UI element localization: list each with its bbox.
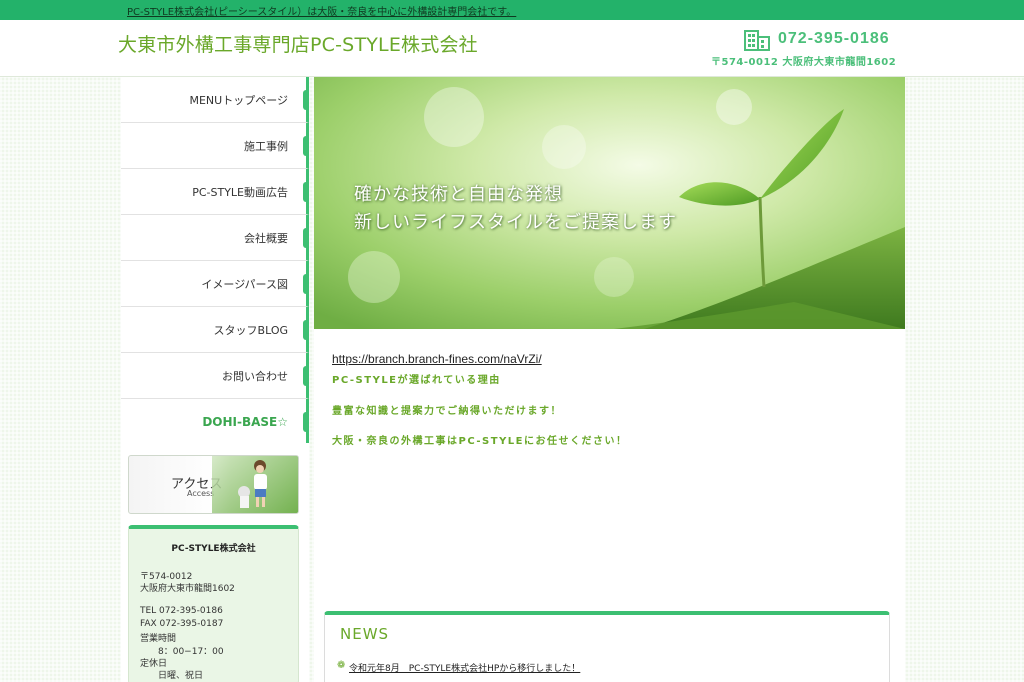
intro-reason: PC-STYLEが選ばれている理由 bbox=[332, 375, 501, 386]
building-icon bbox=[744, 30, 770, 51]
company-tel[interactable]: TEL 072-395-0186 bbox=[140, 606, 223, 616]
nav-label: お問い合わせ bbox=[222, 369, 288, 383]
closed-days: 日曜、祝日 bbox=[158, 671, 204, 681]
announcement-link[interactable]: PC-STYLE株式会社(ピーシースタイル）は大阪・奈良を中心に外構設計専門会社… bbox=[127, 3, 516, 18]
hero-headline-1: 確かな技術と自由な発想 bbox=[354, 184, 563, 205]
flower-bullet-icon: ❁ bbox=[337, 660, 346, 671]
intro-service-area: 大阪・奈良の外構工事はPC-STYLEにお任せください！ bbox=[332, 436, 628, 447]
nav-item-top[interactable]: MENUトップページ bbox=[121, 77, 309, 123]
top-announcement-bar: PC-STYLE株式会社(ピーシースタイル）は大阪・奈良を中心に外構設計専門会社… bbox=[0, 0, 1024, 20]
company-name: PC-STYLE株式会社 bbox=[171, 544, 256, 554]
nav-item-works[interactable]: 施工事例 bbox=[121, 123, 309, 169]
nav-item-dohi-base[interactable]: DOHI-BASE☆ bbox=[121, 399, 309, 445]
hero-headline-2: 新しいライフスタイルをご提案します bbox=[354, 212, 677, 233]
business-hours: 8：00−17：00 bbox=[158, 647, 224, 657]
nav-label: イメージパース図 bbox=[201, 277, 288, 291]
intro-knowledge: 豊富な知識と提案力でご納得いただけます！ bbox=[332, 406, 562, 417]
nav-item-company[interactable]: 会社概要 bbox=[121, 215, 309, 261]
nav-tab-marker bbox=[303, 228, 309, 248]
nav-label: PC-STYLE動画広告 bbox=[192, 185, 288, 199]
nav-label: スタッフBLOG bbox=[213, 323, 288, 337]
header-phone[interactable]: 072-395-0186 bbox=[778, 30, 890, 48]
nav-tab-marker bbox=[303, 274, 309, 294]
company-info-box: PC-STYLE株式会社 〒574-0012 大阪府大東市龍間1602 TEL … bbox=[128, 525, 299, 682]
nav-item-blog[interactable]: スタッフBLOG bbox=[121, 307, 309, 353]
nav-tab-marker bbox=[303, 182, 309, 202]
company-address: 大阪府大東市龍間1602 bbox=[140, 584, 235, 594]
hero-banner: 確かな技術と自由な発想 新しいライフスタイルをご提案します bbox=[314, 77, 905, 329]
header-address: 〒574-0012 大阪府大東市龍間1602 bbox=[711, 57, 897, 68]
company-fax: FAX 072-395-0187 bbox=[140, 619, 224, 629]
nav-tab-marker bbox=[303, 90, 309, 110]
child-photo bbox=[212, 456, 298, 513]
access-subtitle: Access bbox=[187, 489, 215, 498]
news-title: NEWS bbox=[340, 625, 390, 643]
site-header: 大東市外構工事専門店PC-STYLE株式会社 072-395-0186 〒574… bbox=[0, 20, 1024, 77]
side-navigation: MENUトップページ 施工事例 PC-STYLE動画広告 会社概要 イメージパー… bbox=[121, 77, 309, 445]
nav-label: 施工事例 bbox=[244, 139, 288, 153]
nav-label: 会社概要 bbox=[244, 231, 288, 245]
hours-label: 営業時間 bbox=[140, 634, 177, 644]
site-title[interactable]: 大東市外構工事専門店PC-STYLE株式会社 bbox=[118, 30, 478, 57]
nav-tab-marker bbox=[303, 136, 309, 156]
news-section: NEWS ❁ 令和元年8月 PC-STYLE株式会社HPから移行しました！ bbox=[324, 611, 890, 682]
access-banner[interactable]: アクセス Access bbox=[128, 455, 299, 514]
nav-label: DOHI-BASE☆ bbox=[202, 414, 288, 429]
news-item-link[interactable]: 令和元年8月 PC-STYLE株式会社HPから移行しました！ bbox=[349, 661, 580, 674]
nav-item-video-ad[interactable]: PC-STYLE動画広告 bbox=[121, 169, 309, 215]
nav-tab-marker bbox=[303, 412, 309, 432]
nav-tab-marker bbox=[303, 320, 309, 340]
nav-item-perspective[interactable]: イメージパース図 bbox=[121, 261, 309, 307]
nav-tab-marker bbox=[303, 366, 309, 386]
external-link[interactable]: https://branch.branch-fines.com/naVrZi/ bbox=[332, 352, 542, 366]
nav-item-contact[interactable]: お問い合わせ bbox=[121, 353, 309, 399]
nav-label: MENUトップページ bbox=[189, 93, 288, 107]
